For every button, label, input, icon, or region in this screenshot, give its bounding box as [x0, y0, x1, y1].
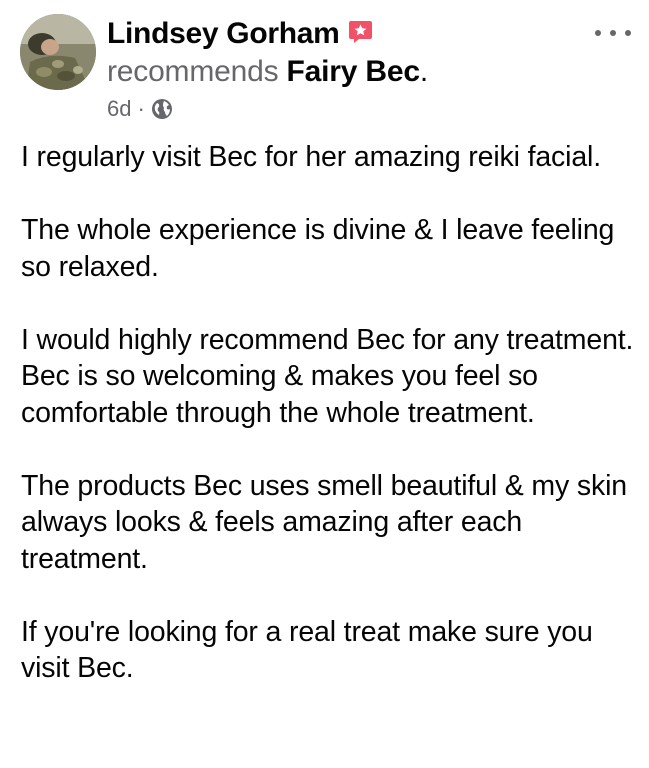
author-line: Lindsey Gorham — [107, 14, 373, 54]
avatar[interactable] — [20, 14, 96, 90]
globe-icon[interactable] — [151, 98, 173, 120]
post-meta: 6d · — [107, 95, 173, 123]
timestamp[interactable]: 6d — [107, 96, 131, 122]
post-paragraph: I regularly visit Bec for her amazing re… — [21, 141, 601, 173]
post-paragraph: The products Bec uses smell beautiful & … — [21, 469, 627, 575]
more-dot — [625, 30, 631, 36]
recommendation-line: recommends Fairy Bec. — [107, 55, 428, 89]
post-paragraph: The whole experience is divine & I leave… — [21, 214, 615, 283]
meta-separator: · — [137, 96, 145, 121]
post-paragraph: I would highly recommend Bec for any tre… — [21, 323, 634, 429]
recommends-period: . — [419, 55, 428, 88]
author-name[interactable]: Lindsey Gorham — [107, 17, 340, 51]
recommends-text: recommends — [107, 55, 279, 88]
post-body: I regularly visit Bec for her amazing re… — [21, 139, 636, 687]
more-options-icon[interactable] — [595, 22, 631, 44]
recommendation-star-icon — [348, 20, 373, 45]
page-name-link[interactable]: Fairy Bec — [287, 55, 420, 88]
post-paragraph: If you're looking for a real treat make … — [21, 615, 593, 685]
recommendation-post: Lindsey Gorham recommends Fairy Bec. 6d … — [0, 0, 649, 768]
more-dot — [595, 30, 601, 36]
avatar-photo — [20, 14, 96, 90]
more-dot — [610, 30, 616, 36]
